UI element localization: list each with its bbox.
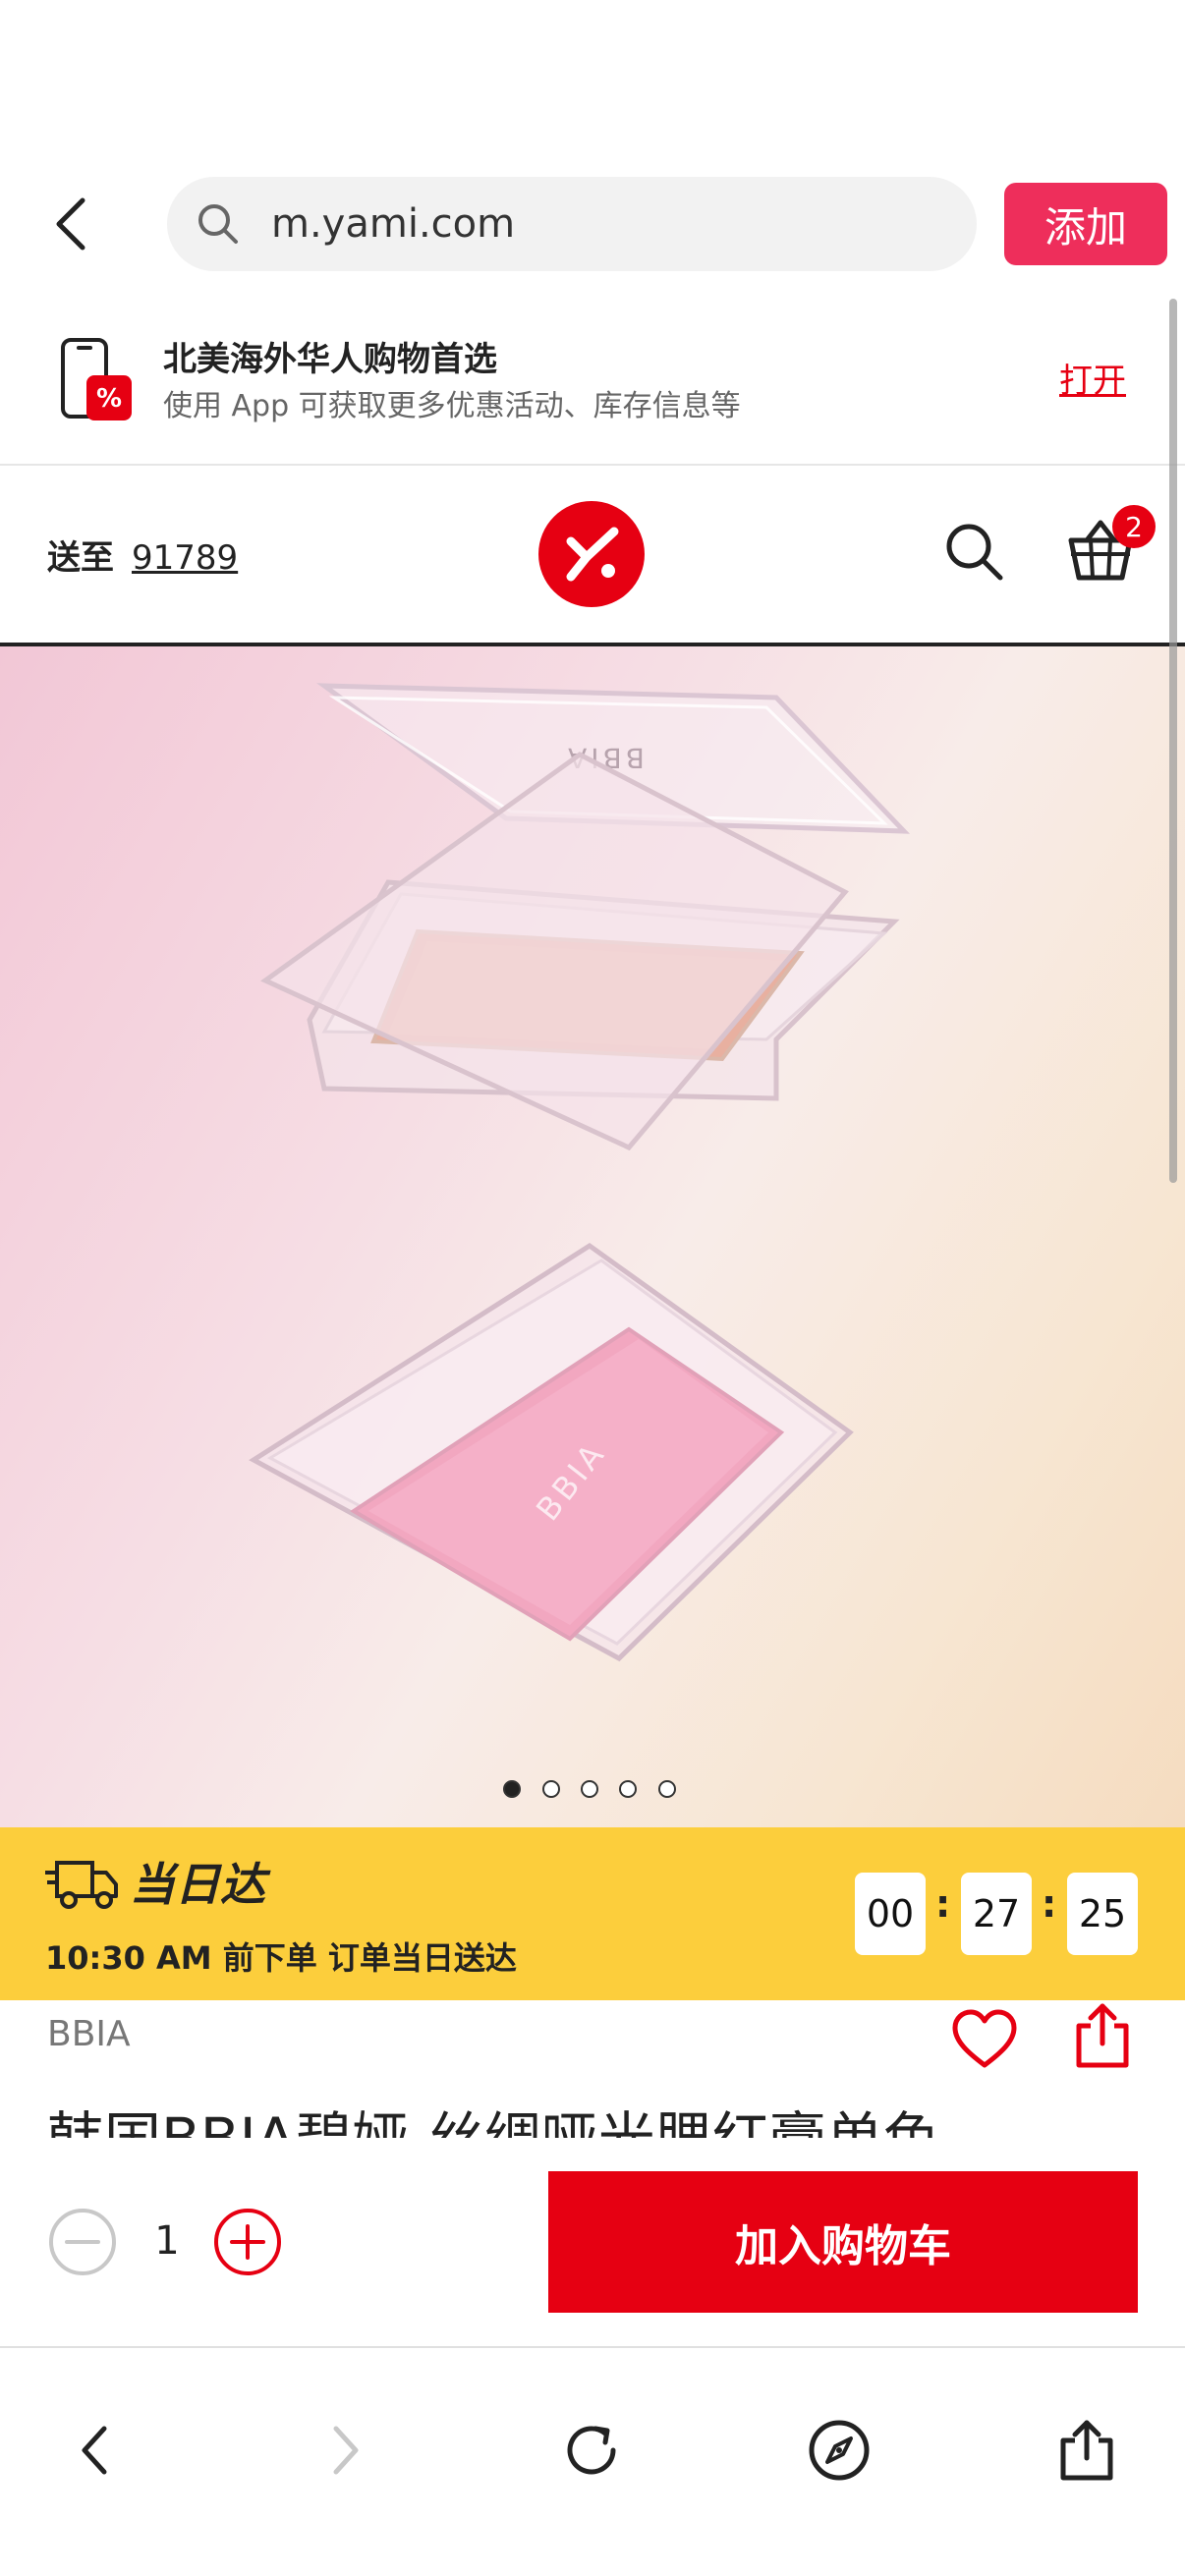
browser-explore-button[interactable] — [800, 2411, 878, 2490]
chevron-left-icon — [56, 197, 85, 251]
quantity-value: 1 — [154, 2218, 180, 2264]
site-header: 送至 91789 2 — [0, 466, 1185, 646]
add-button[interactable]: 添加 — [1004, 183, 1167, 265]
quantity-minus-button[interactable] — [47, 2207, 118, 2277]
carousel-dot[interactable] — [503, 1780, 521, 1798]
quantity-plus-button[interactable] — [212, 2207, 283, 2277]
chevron-right-icon — [333, 2426, 359, 2475]
open-app-link[interactable]: 打开 — [1059, 354, 1126, 402]
browser-back-button[interactable] — [43, 193, 98, 255]
delivery-truck-icon — [45, 1861, 118, 1909]
status-bar — [0, 0, 1185, 157]
carousel-dot[interactable] — [658, 1780, 676, 1798]
svg-text:%: % — [96, 384, 122, 414]
banner-title: 北美海外华人购物首选 — [163, 340, 497, 379]
browser-address-bar: m.yami.com 添加 — [0, 157, 1185, 291]
page-scrollbar[interactable] — [1169, 299, 1177, 1183]
compass-icon — [809, 2420, 870, 2481]
chevron-left-icon — [82, 2426, 107, 2475]
delivery-title: 当日达 — [130, 1858, 265, 1911]
same-day-delivery-banner: 当日达 10:30 AM 前下单 订单当日送达 00 : 27 : 25 — [0, 1827, 1185, 2000]
zip-code[interactable]: 91789 — [132, 538, 238, 578]
countdown-separator: : — [935, 1882, 951, 1926]
ship-to[interactable]: 送至 91789 — [47, 531, 238, 579]
share-icon — [1060, 2420, 1113, 2481]
carousel-dot[interactable] — [542, 1780, 560, 1798]
yami-logo[interactable] — [538, 501, 645, 607]
browser-forward-nav-button[interactable] — [307, 2411, 385, 2490]
browser-bottom-toolbar — [0, 2348, 1185, 2576]
phone-app-icon: % — [61, 338, 132, 420]
add-to-cart-button[interactable]: 加入购物车 — [548, 2171, 1138, 2313]
carousel-dot[interactable] — [581, 1780, 598, 1798]
product-photo: BBIA BBIA — [249, 683, 911, 1662]
countdown-hours: 00 — [855, 1873, 926, 1955]
product-image[interactable]: BBIA BBIA — [0, 646, 1185, 1827]
app-promo-banner: % 北美海外华人购物首选 使用 App 可获取更多优惠活动、库存信息等 打开 — [0, 291, 1185, 466]
yami-logo-icon — [566, 527, 619, 582]
browser-share-button[interactable] — [1047, 2411, 1126, 2490]
search-icon — [198, 204, 238, 244]
countdown-minutes: 27 — [961, 1873, 1032, 1955]
countdown-separator: : — [1042, 1882, 1057, 1926]
carousel-dots — [0, 1780, 1185, 1800]
url-text: m.yami.com — [271, 201, 516, 247]
url-field[interactable]: m.yami.com — [167, 177, 977, 271]
browser-back-nav-button[interactable] — [55, 2411, 134, 2490]
ship-to-label: 送至 — [47, 538, 114, 578]
reload-icon — [567, 2426, 616, 2475]
product-brand[interactable]: BBIA — [47, 2014, 131, 2054]
add-to-cart-bar: 1 加入购物车 — [0, 2138, 1185, 2348]
banner-subtitle: 使用 App 可获取更多优惠活动、库存信息等 — [163, 389, 741, 423]
carousel-dot[interactable] — [619, 1780, 637, 1798]
delivery-subtitle: 10:30 AM 前下单 订单当日送达 — [45, 1939, 517, 1977]
cart-count-badge: 2 — [1112, 505, 1156, 548]
countdown-seconds: 25 — [1067, 1873, 1138, 1955]
search-icon[interactable] — [941, 519, 1008, 586]
heart-icon[interactable] — [949, 2004, 1020, 2075]
browser-reload-button[interactable] — [552, 2411, 631, 2490]
share-icon[interactable] — [1071, 2000, 1134, 2071]
